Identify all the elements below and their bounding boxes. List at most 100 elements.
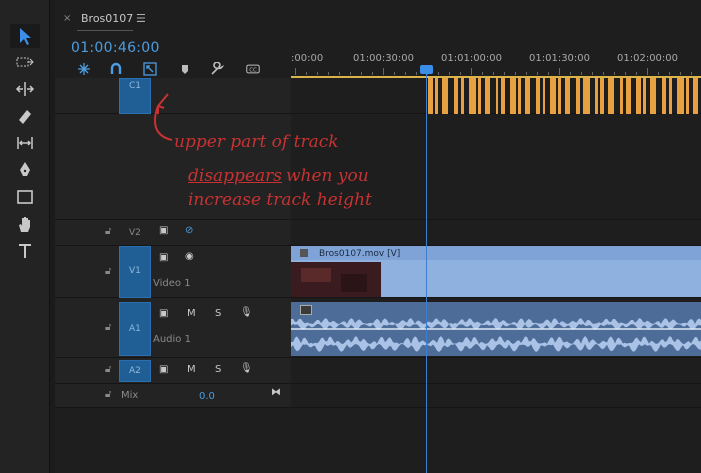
caption-marker[interactable] — [428, 78, 433, 114]
mix-volume-value[interactable]: 0.0 — [199, 391, 215, 402]
caption-marker[interactable] — [600, 78, 604, 114]
playhead-line[interactable] — [426, 68, 427, 473]
captions-icon[interactable]: CC — [243, 61, 263, 77]
caption-marker[interactable] — [435, 78, 438, 114]
track-label-a1: A1 — [129, 324, 141, 334]
caption-marker[interactable] — [677, 78, 684, 114]
playhead-timecode[interactable]: 01:00:46:00 — [71, 40, 160, 56]
ripple-edit-tool-icon[interactable] — [10, 77, 40, 101]
caption-marker[interactable] — [693, 78, 698, 114]
caption-marker[interactable] — [583, 78, 590, 114]
a2-track-lane[interactable] — [291, 358, 701, 384]
ruler-tick — [669, 72, 670, 75]
caption-marker[interactable] — [485, 78, 490, 114]
ruler-tick — [493, 72, 494, 75]
caption-marker[interactable] — [496, 78, 498, 114]
caption-marker[interactable] — [576, 78, 580, 114]
caption-marker[interactable] — [478, 78, 481, 114]
caption-marker[interactable] — [550, 78, 556, 114]
caption-marker[interactable] — [510, 78, 516, 114]
nest-icon[interactable] — [75, 61, 93, 77]
mix-label: Mix — [121, 390, 139, 401]
caption-marker[interactable] — [686, 78, 689, 114]
microphone-icon[interactable]: 🎙︎ — [240, 307, 253, 318]
go-to-in-out-icon[interactable]: ⧓ — [271, 387, 281, 398]
snap-icon[interactable] — [107, 61, 125, 77]
selection-tool-icon[interactable] — [10, 24, 40, 48]
caption-marker[interactable] — [662, 78, 666, 114]
add-marker-icon[interactable] — [176, 61, 194, 77]
lock-icon[interactable]: 🔓︎ — [105, 364, 111, 375]
ruler-tick — [383, 68, 384, 75]
caption-marker[interactable] — [501, 78, 505, 114]
caption-track-lane[interactable] — [291, 78, 701, 114]
caption-marker[interactable] — [469, 78, 476, 114]
svg-text:CC: CC — [249, 67, 257, 73]
track-header-c1: C1 — [55, 78, 291, 114]
track-label-v2: V2 — [129, 228, 141, 238]
sync-lock-icon[interactable]: ▣ — [159, 364, 168, 375]
caption-marker[interactable] — [543, 78, 545, 114]
caption-marker[interactable] — [454, 78, 458, 114]
slip-tool-icon[interactable] — [10, 131, 40, 155]
lock-icon[interactable]: 🔓︎ — [105, 226, 111, 237]
lock-icon[interactable]: 🔓︎ — [105, 389, 111, 400]
caption-marker[interactable] — [442, 78, 448, 114]
caption-marker[interactable] — [525, 78, 530, 114]
caption-marker[interactable] — [565, 78, 570, 114]
empty-header-area — [55, 408, 291, 473]
caption-marker[interactable] — [595, 78, 598, 114]
razor-tool-icon[interactable] — [10, 104, 40, 128]
caption-marker[interactable] — [518, 78, 521, 114]
ruler-tick — [548, 72, 549, 75]
mute-button[interactable]: M — [187, 364, 196, 375]
caption-marker[interactable] — [650, 78, 656, 114]
tab-close-button[interactable]: × — [63, 13, 71, 24]
ruler-tick — [559, 68, 560, 75]
ruler-tick — [328, 72, 329, 75]
track-select-tool-icon[interactable] — [10, 50, 40, 74]
caption-marker[interactable] — [461, 78, 464, 114]
caption-marker[interactable] — [636, 78, 641, 114]
caption-marker[interactable] — [643, 78, 646, 114]
caption-marker[interactable] — [608, 78, 614, 114]
track-header-v2: 🔓︎ V2 ▣ ⊘ — [55, 220, 291, 246]
ruler-tick — [691, 72, 692, 75]
caption-marker[interactable] — [669, 78, 672, 114]
pen-tool-icon[interactable] — [10, 158, 40, 182]
sync-lock-icon[interactable]: ▣ — [159, 252, 168, 263]
solo-button[interactable]: S — [215, 308, 221, 319]
caption-marker[interactable] — [536, 78, 540, 114]
playhead-handle[interactable] — [420, 65, 433, 74]
ruler-tick — [614, 72, 615, 75]
mute-button[interactable]: M — [187, 308, 196, 319]
timeline-settings-wrench-icon[interactable] — [208, 61, 226, 77]
time-ruler[interactable]: :00:00 01:00:30:00 01:01:00:00 01:01:30:… — [291, 36, 701, 78]
v2-track-lane[interactable] — [291, 220, 701, 246]
caption-marker[interactable] — [558, 78, 561, 114]
ruler-tick — [647, 68, 648, 75]
lock-icon[interactable]: 🔓︎ — [105, 322, 111, 333]
type-tool-icon[interactable] — [10, 239, 40, 263]
eye-hidden-icon[interactable]: ⊘ — [185, 225, 193, 236]
panel-menu-icon[interactable]: ☰ — [136, 12, 146, 25]
hand-tool-icon[interactable] — [10, 212, 40, 236]
timeline-panel: × Bros0107 ☰ 01:00:46:00 CC :00:00 01:00… — [55, 0, 701, 473]
ruler-tick — [592, 72, 593, 75]
audio-clip[interactable] — [291, 302, 701, 356]
eye-icon[interactable]: ◉ — [185, 251, 194, 262]
microphone-icon[interactable]: 🎙︎ — [240, 363, 253, 374]
video-clip-name: Bros0107.mov [V] — [319, 249, 401, 259]
caption-marker[interactable] — [626, 78, 631, 114]
ruler-tick — [295, 68, 296, 75]
rectangle-tool-icon[interactable] — [10, 185, 40, 209]
track-label-a2: A2 — [129, 366, 141, 376]
lock-icon[interactable]: 🔓︎ — [105, 266, 111, 277]
sync-lock-icon[interactable]: ▣ — [159, 308, 168, 319]
sync-lock-icon[interactable]: ▣ — [159, 225, 168, 236]
video-clip[interactable]: Bros0107.mov [V] — [291, 246, 701, 297]
sequence-tab[interactable]: Bros0107 — [81, 12, 133, 25]
linked-selection-icon[interactable] — [141, 61, 159, 77]
caption-marker[interactable] — [620, 78, 623, 114]
solo-button[interactable]: S — [215, 364, 221, 375]
